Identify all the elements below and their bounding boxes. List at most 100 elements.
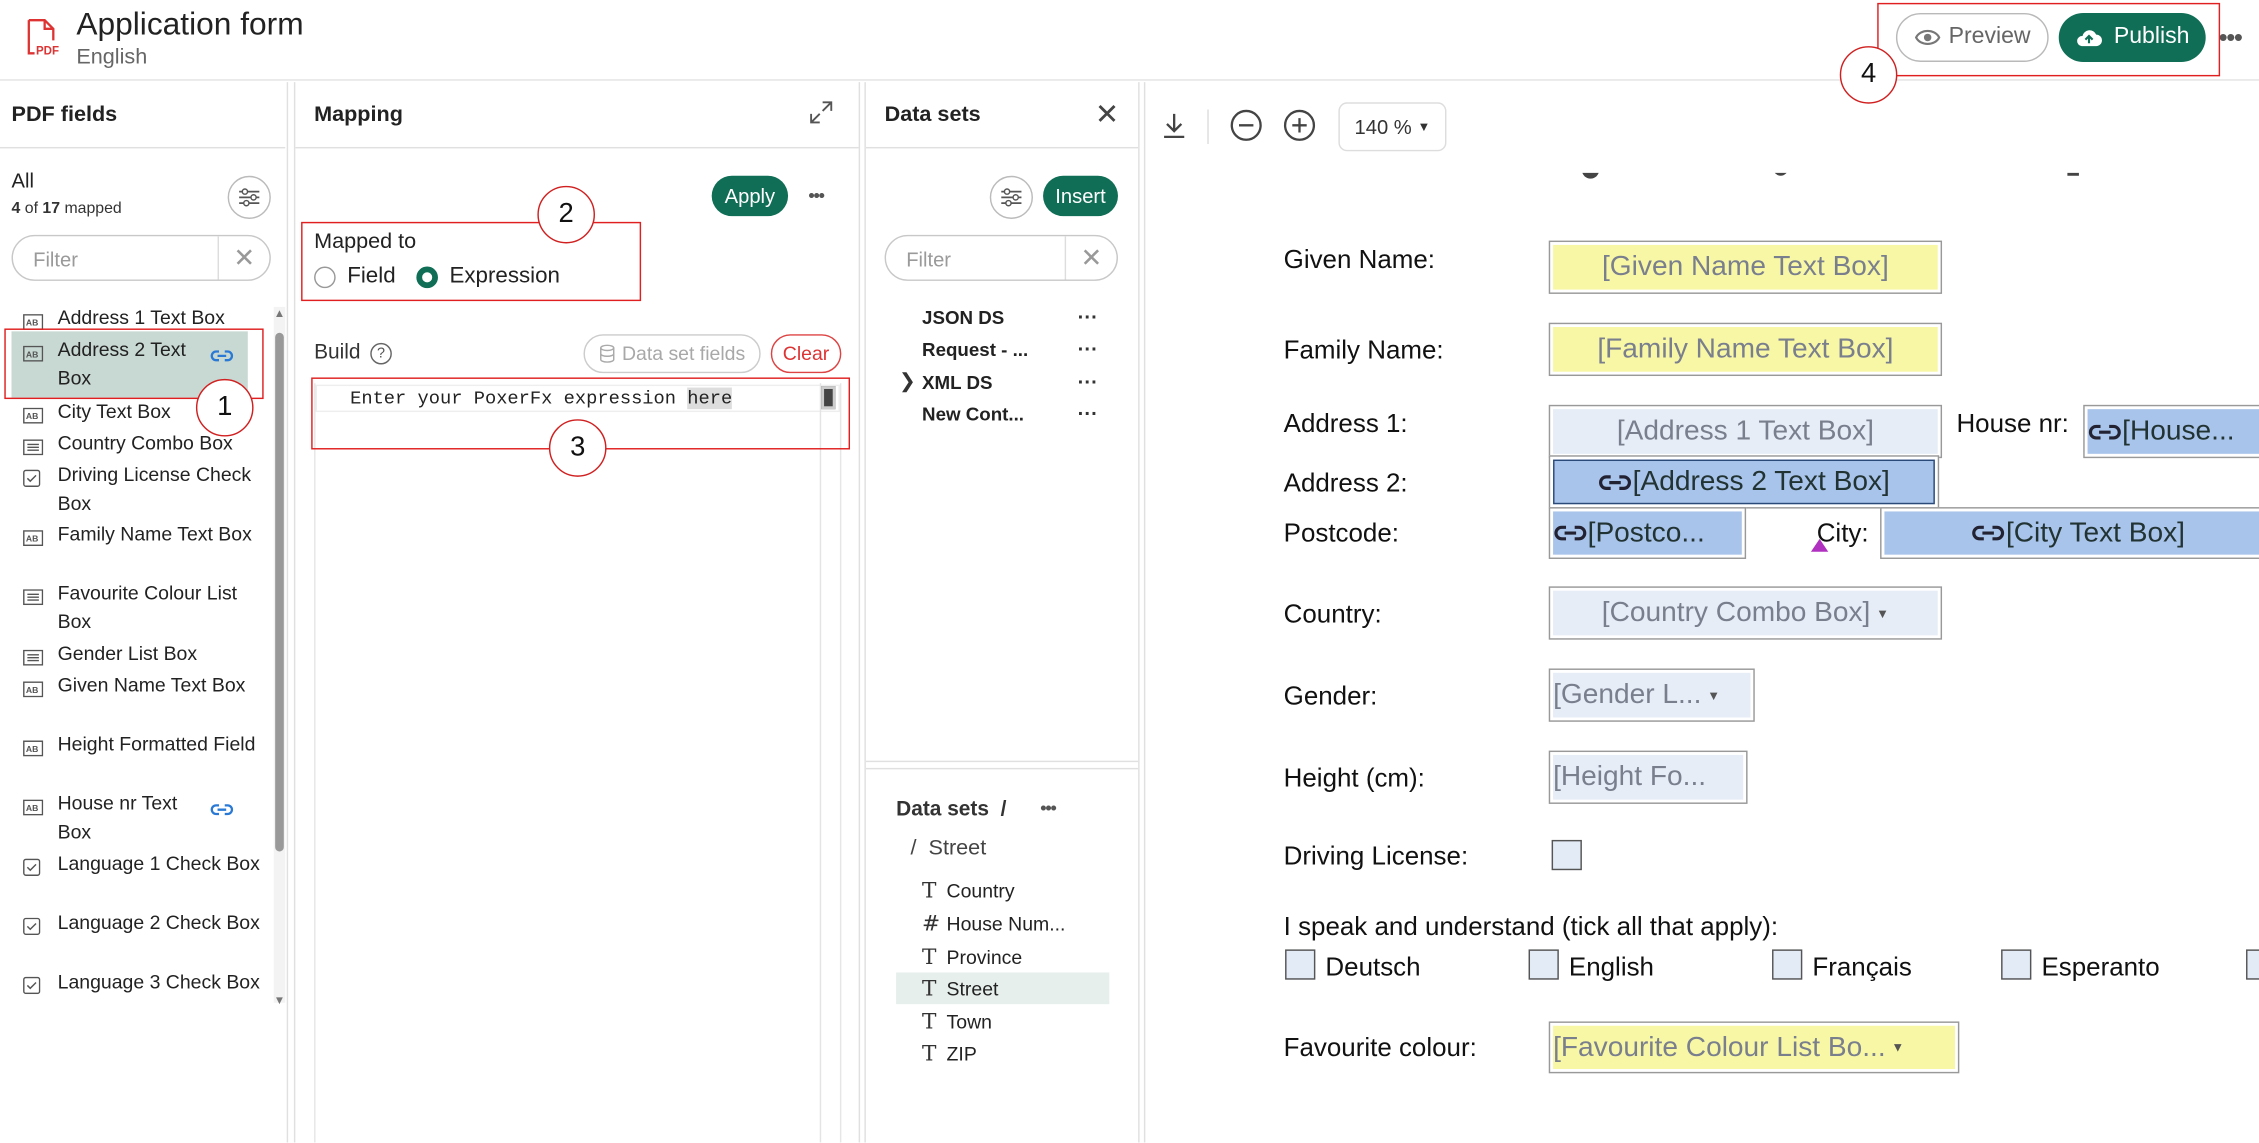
language-3-checkbox[interactable] xyxy=(1772,949,1803,980)
divider xyxy=(865,760,1139,763)
expand-icon[interactable] xyxy=(810,101,833,124)
dataset-field-item[interactable]: T Street xyxy=(922,975,998,1001)
callout-marker: 4 xyxy=(1839,46,1898,104)
address-2-label: Address 2: xyxy=(1283,468,1408,498)
pdf-field-item[interactable]: AB Given Name Text Box xyxy=(23,671,268,699)
clear-filter-icon[interactable]: ✕ xyxy=(1064,236,1117,280)
driving-license-checkbox[interactable] xyxy=(1551,839,1582,871)
address-2-field[interactable]: [Address 2 Text Box] xyxy=(1548,455,1940,509)
dataset-more-icon[interactable]: ··· xyxy=(1078,337,1098,360)
pdf-fields-title: PDF fields xyxy=(11,102,118,127)
pdf-field-item[interactable]: Language 3 Check Box xyxy=(23,968,268,996)
page-title: Application form xyxy=(76,5,304,42)
languages-label: I speak and understand (tick all that ap… xyxy=(1283,911,1779,941)
dataset-item[interactable]: New Cont... xyxy=(922,403,1024,425)
dataset-filter-settings-icon[interactable] xyxy=(989,175,1033,219)
data-set-fields-button[interactable]: Data set fields xyxy=(583,334,761,374)
zoom-out-icon[interactable] xyxy=(1225,102,1268,148)
pdf-fields-filter-input[interactable]: Filter ✕ xyxy=(11,234,271,281)
close-icon[interactable]: ✕ xyxy=(1095,97,1119,133)
family-name-field[interactable]: [Family Name Text Box] xyxy=(1548,322,1943,377)
breadcrumb-more-icon[interactable]: ••• xyxy=(1040,797,1057,819)
svg-text:AB: AB xyxy=(26,803,38,813)
dataset-more-icon[interactable]: ··· xyxy=(1078,305,1098,328)
text-box-icon: AB xyxy=(23,403,44,424)
house-nr-field[interactable]: [House... xyxy=(2083,404,2259,459)
dataset-filter-input[interactable]: Filter ✕ xyxy=(884,234,1118,281)
dataset-field-item[interactable]: T Country xyxy=(922,877,1015,903)
pdf-field-item[interactable]: Driving License Check Box xyxy=(23,461,268,517)
address-1-field[interactable]: [Address 1 Text Box] xyxy=(1548,404,1943,459)
app-root: PDF Application form English Preview Pub… xyxy=(0,0,2259,1143)
country-combo-field[interactable]: [Country Combo Box] ▼ xyxy=(1548,586,1943,640)
gender-list-field[interactable]: [Gender L... ▼ xyxy=(1548,668,1755,722)
text-box-icon: AB xyxy=(23,736,44,757)
pdf-field-label: Family Name Text Box xyxy=(57,522,252,545)
link-icon xyxy=(1972,525,2005,541)
breadcrumb-root[interactable]: Data sets xyxy=(896,798,989,821)
pdf-field-item[interactable]: Language 2 Check Box xyxy=(23,909,268,937)
zoom-select[interactable]: 140 % ▼ xyxy=(1338,102,1447,152)
language-label: Esperanto xyxy=(2041,952,2160,982)
height-field[interactable]: [Height Fo... xyxy=(1548,750,1748,804)
more-options-icon[interactable]: ••• xyxy=(2219,23,2243,53)
download-icon[interactable] xyxy=(1153,102,1196,148)
insert-button[interactable]: Insert xyxy=(1043,175,1118,217)
divider xyxy=(1207,109,1209,145)
divider xyxy=(864,82,866,1143)
current-path: / Street xyxy=(910,835,987,861)
language-label: English xyxy=(1568,952,1654,982)
language-4-checkbox[interactable] xyxy=(2001,949,2032,980)
chevron-right-icon[interactable]: ❯ xyxy=(899,369,916,393)
dataset-field-item[interactable]: T ZIP xyxy=(922,1040,977,1066)
pdf-field-item[interactable]: AB Family Name Text Box xyxy=(23,520,268,548)
text-box-icon: AB xyxy=(23,310,44,330)
pdf-field-item[interactable]: Language 1 Check Box xyxy=(23,850,268,878)
pdf-field-item[interactable]: Gender List Box xyxy=(23,640,268,668)
database-icon xyxy=(599,344,615,363)
dataset-field-item[interactable]: T Town xyxy=(922,1008,992,1034)
dataset-field-item[interactable]: # House Num... xyxy=(922,911,1065,937)
pdf-field-item[interactable]: Favourite Colour List Box xyxy=(23,579,268,635)
pdf-field-item[interactable]: AB House nr Text Box xyxy=(23,789,268,845)
scroll-up-icon[interactable]: ▲ xyxy=(274,307,285,320)
dataset-item[interactable]: JSON DS xyxy=(922,307,1004,329)
city-field[interactable]: [City Text Box] xyxy=(1880,507,2259,559)
dataset-field-label: Town xyxy=(946,1011,992,1033)
scrollbar-thumb[interactable] xyxy=(275,332,284,852)
data-sets-title: Data sets xyxy=(884,102,981,127)
language-5-checkbox[interactable] xyxy=(2246,949,2259,980)
dataset-item[interactable]: XML DS xyxy=(922,372,992,394)
dataset-field-item[interactable]: T Province xyxy=(922,944,1022,970)
city-label: City: xyxy=(1816,518,1869,548)
dataset-item[interactable]: Request - ... xyxy=(922,339,1028,361)
mapping-more-icon[interactable]: ••• xyxy=(808,184,825,206)
link-icon xyxy=(2088,424,2121,439)
language-2-checkbox[interactable] xyxy=(1528,949,1559,980)
given-name-field[interactable]: [Given Name Text Box] xyxy=(1548,240,1943,294)
language-1-checkbox[interactable] xyxy=(1285,949,1316,980)
clear-filter-icon[interactable]: ✕ xyxy=(217,236,270,280)
favourite-colour-field[interactable]: [Favourite Colour List Bo... ▼ xyxy=(1548,1021,1960,1074)
apply-button[interactable]: Apply xyxy=(711,175,789,217)
clear-button[interactable]: Clear xyxy=(770,334,842,374)
pdf-field-label: Given Name Text Box xyxy=(57,674,246,696)
dropdown-arrow-icon: ▼ xyxy=(1876,605,1889,621)
filter-settings-icon[interactable] xyxy=(227,175,271,219)
zoom-in-icon[interactable] xyxy=(1278,102,1321,148)
divider xyxy=(865,146,1139,149)
build-label: Build xyxy=(314,341,361,365)
expression-editor[interactable] xyxy=(314,383,842,1143)
pdf-field-label: Height Formatted Field xyxy=(57,733,256,755)
link-icon xyxy=(1599,474,1632,490)
dataset-more-icon[interactable]: ··· xyxy=(1078,370,1098,393)
language-label: Français xyxy=(1812,952,1912,982)
scroll-down-icon[interactable]: ▼ xyxy=(274,994,285,1007)
help-icon[interactable]: ? xyxy=(370,342,392,365)
cut-off-glyph xyxy=(2067,172,2079,176)
dataset-field-label: Country xyxy=(946,880,1015,902)
dataset-more-icon[interactable]: ··· xyxy=(1078,402,1098,425)
pdf-field-item[interactable]: AB Height Formatted Field xyxy=(23,730,268,758)
postcode-field[interactable]: [Postco... xyxy=(1548,507,1747,559)
pdf-field-label: Gender List Box xyxy=(57,642,198,665)
